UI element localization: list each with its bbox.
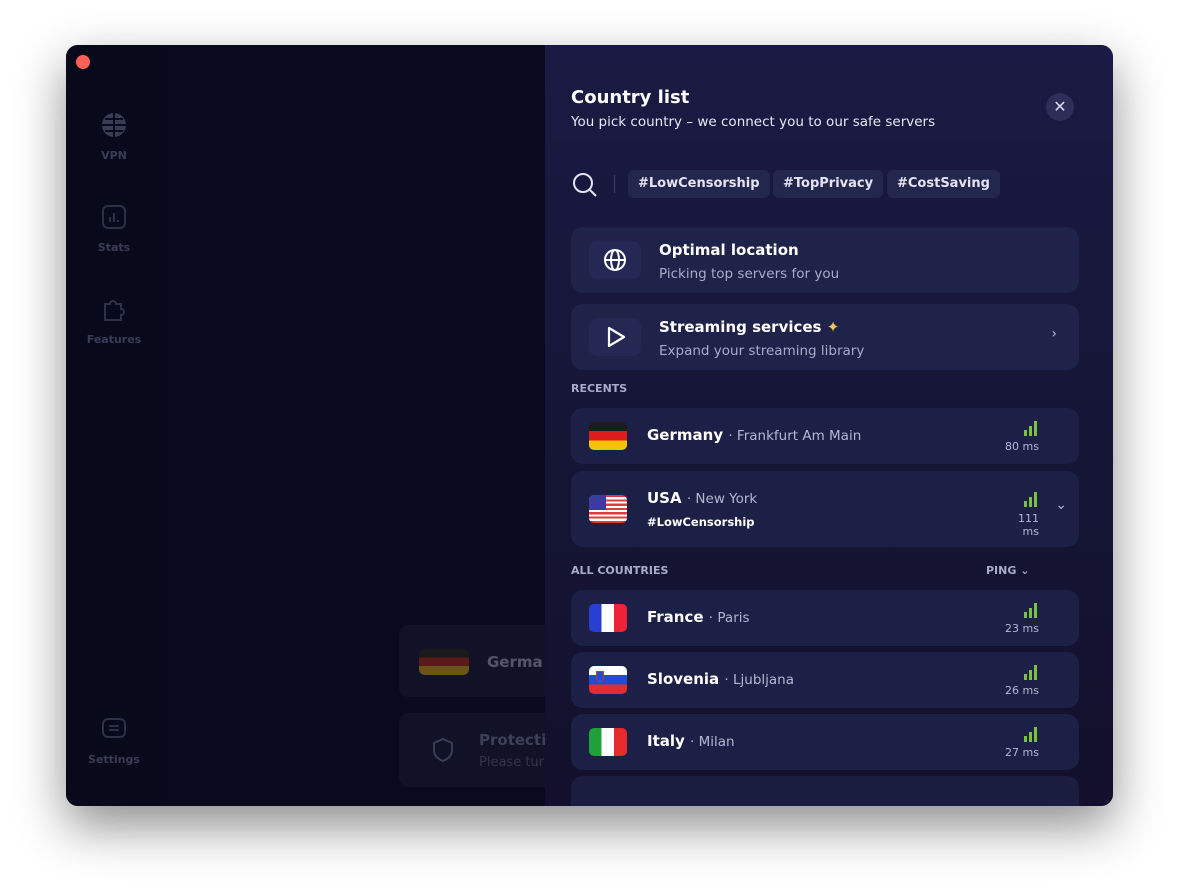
country-row[interactable]: Italy · Milan 27 ms <box>571 714 1079 770</box>
germany-flag <box>419 649 469 675</box>
country-list-panel: Country list You pick country – we conne… <box>545 45 1113 806</box>
close-icon: ✕ <box>1053 97 1067 116</box>
globe-icon <box>604 249 626 271</box>
optimal-location-card[interactable]: Optimal location Picking top servers for… <box>571 227 1079 293</box>
sidebar-item-features[interactable]: Features <box>66 295 162 346</box>
search-icon[interactable] <box>571 171 599 199</box>
protection-card[interactable]: Protecti Please tur <box>399 713 559 787</box>
puzzle-icon <box>104 300 125 321</box>
sidebar-item-settings[interactable]: Settings <box>66 715 162 766</box>
tag-top-privacy[interactable]: #TopPrivacy <box>773 170 884 198</box>
sparkle-icon: ✦ <box>826 318 840 336</box>
streaming-services-card[interactable]: Streaming services ✦ Expand your streami… <box>571 304 1079 370</box>
country-row[interactable] <box>571 776 1079 806</box>
signal-icon <box>1024 727 1037 742</box>
country-row[interactable]: USA · New York #LowCensorship 111 ms ⌄ <box>571 471 1079 547</box>
all-countries-heading: ALL COUNTRIES <box>571 564 669 577</box>
germany-flag <box>589 422 627 450</box>
recents-heading: RECENTS <box>571 382 628 395</box>
signal-icon <box>1024 603 1037 618</box>
server-tag: #LowCensorship <box>647 515 755 529</box>
tag-low-censorship[interactable]: #LowCensorship <box>628 170 770 198</box>
chart-icon <box>102 205 126 229</box>
sidebar-item-stats[interactable]: Stats <box>66 203 162 254</box>
chevron-down-icon[interactable]: ⌄ <box>1055 497 1067 513</box>
chevron-right-icon: › <box>1051 326 1057 342</box>
globe-icon <box>102 113 126 137</box>
settings-icon <box>102 718 126 738</box>
current-location-card[interactable]: Germa <box>399 625 559 697</box>
country-row[interactable]: Slovenia · Ljubljana 26 ms <box>571 652 1079 708</box>
divider <box>614 175 615 193</box>
chevron-down-icon: ⌄ <box>1020 564 1030 577</box>
signal-icon <box>1024 421 1037 436</box>
panel-title: Country list <box>571 87 690 108</box>
sidebar-item-vpn[interactable]: VPN <box>66 111 162 162</box>
country-row[interactable]: France · Paris 23 ms <box>571 590 1079 646</box>
signal-icon <box>1024 492 1037 507</box>
signal-icon <box>1024 665 1037 680</box>
panel-subtitle: You pick country – we connect you to our… <box>571 114 936 130</box>
country-row[interactable]: Germany · Frankfurt Am Main 80 ms <box>571 408 1079 464</box>
sidebar: VPN Stats Features Settings <box>66 45 162 806</box>
slovenia-flag <box>589 666 627 694</box>
tag-cost-saving[interactable]: #CostSaving <box>887 170 1000 198</box>
sort-by-ping-button[interactable]: PING ⌄ <box>986 564 1029 577</box>
app-window: VPN Stats Features Settings Germa Protec… <box>66 45 1113 806</box>
shield-icon <box>433 737 453 763</box>
close-window-button[interactable] <box>76 55 90 69</box>
italy-flag <box>589 728 627 756</box>
close-panel-button[interactable]: ✕ <box>1046 93 1074 121</box>
france-flag <box>589 604 627 632</box>
usa-flag <box>589 495 627 523</box>
play-icon <box>607 326 626 348</box>
